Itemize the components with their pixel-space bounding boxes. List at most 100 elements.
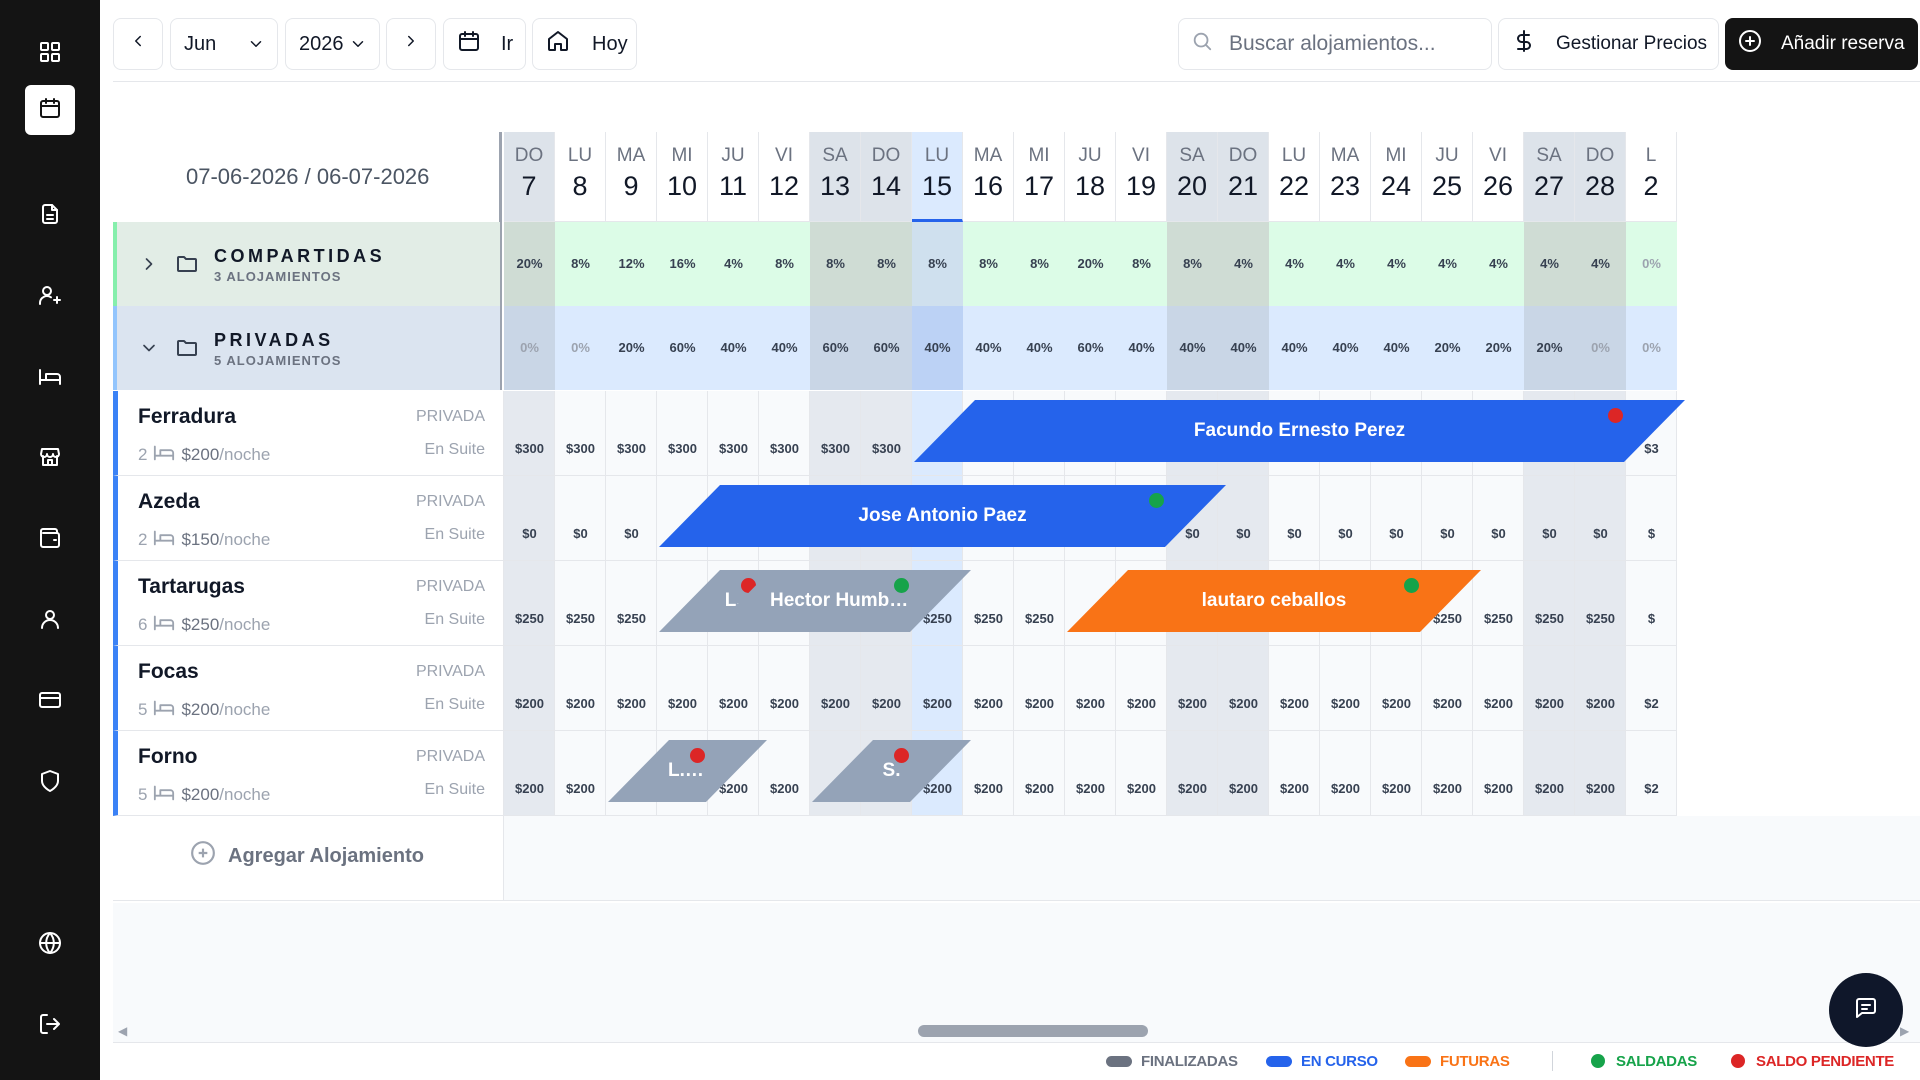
day-cell[interactable]: [1473, 731, 1524, 816]
day-cell[interactable]: [1014, 731, 1065, 816]
day-header[interactable]: VI 19: [1116, 132, 1167, 222]
chat-button[interactable]: [1829, 973, 1903, 1047]
unit-row-azeda[interactable]: Azeda PRIVADA 2 $150/noche En Suite: [113, 476, 504, 561]
day-cell[interactable]: [1473, 476, 1524, 561]
reservation-bar[interactable]: Jose Antonio Paez: [659, 485, 1226, 547]
day-cell[interactable]: [555, 731, 606, 816]
reservation-bar[interactable]: Facundo Ernesto Perez: [914, 400, 1685, 462]
reservation-bar[interactable]: lautaro ceballos: [1067, 570, 1481, 632]
sidebar-item-profile[interactable]: [25, 596, 75, 646]
sidebar-item-store[interactable]: [25, 434, 75, 484]
day-cell[interactable]: [504, 731, 555, 816]
day-cell[interactable]: [1320, 476, 1371, 561]
day-cell[interactable]: [963, 561, 1014, 646]
day-header[interactable]: VI 26: [1473, 132, 1524, 222]
day-cell[interactable]: [606, 391, 657, 476]
prev-month-button[interactable]: [113, 18, 163, 70]
sidebar-item-logout[interactable]: [25, 1001, 75, 1051]
day-header[interactable]: JU 18: [1065, 132, 1116, 222]
day-header[interactable]: JU 11: [708, 132, 759, 222]
manage-prices-button[interactable]: Gestionar Precios: [1498, 18, 1719, 70]
unit-row-tartarugas[interactable]: Tartarugas PRIVADA 6 $250/noche En Suite: [113, 561, 504, 646]
day-cell[interactable]: [1269, 731, 1320, 816]
day-cell[interactable]: [504, 561, 555, 646]
day-cell[interactable]: [861, 391, 912, 476]
sidebar-item-wallet[interactable]: [25, 515, 75, 565]
day-header[interactable]: LU 8: [555, 132, 606, 222]
horizontal-scrollbar-thumb[interactable]: [918, 1025, 1148, 1037]
go-to-date-button[interactable]: Ir: [443, 18, 526, 70]
day-cell[interactable]: [1065, 731, 1116, 816]
day-cell[interactable]: [1626, 476, 1677, 561]
day-cell[interactable]: [1218, 476, 1269, 561]
day-header[interactable]: MA 23: [1320, 132, 1371, 222]
month-select[interactable]: Jun: [170, 18, 278, 70]
day-cell[interactable]: [1065, 646, 1116, 731]
day-cell[interactable]: [606, 561, 657, 646]
sidebar-item-documents[interactable]: [25, 191, 75, 241]
day-header[interactable]: SA 20: [1167, 132, 1218, 222]
day-cell[interactable]: [1524, 646, 1575, 731]
sidebar-item-rooms[interactable]: [25, 353, 75, 403]
day-header[interactable]: DO 21: [1218, 132, 1269, 222]
today-button[interactable]: Hoy: [532, 18, 637, 70]
day-cell[interactable]: [1422, 476, 1473, 561]
day-cell[interactable]: [1524, 476, 1575, 561]
day-cell[interactable]: [1371, 646, 1422, 731]
day-cell[interactable]: [810, 646, 861, 731]
sidebar-item-payments[interactable]: [25, 677, 75, 727]
sidebar-item-add-guest[interactable]: [25, 272, 75, 322]
day-cell[interactable]: [1167, 731, 1218, 816]
day-header[interactable]: DO 28: [1575, 132, 1626, 222]
day-cell[interactable]: [1116, 731, 1167, 816]
day-header[interactable]: L2: [1626, 132, 1677, 222]
day-cell[interactable]: [1269, 646, 1320, 731]
day-cell[interactable]: [555, 476, 606, 561]
day-cell[interactable]: [759, 731, 810, 816]
day-cell[interactable]: [657, 391, 708, 476]
day-cell[interactable]: [1371, 731, 1422, 816]
day-cell[interactable]: [1014, 561, 1065, 646]
unit-row-focas[interactable]: Focas PRIVADA 5 $200/noche En Suite: [113, 646, 504, 731]
day-header[interactable]: DO 7: [504, 132, 555, 222]
day-cell[interactable]: [759, 391, 810, 476]
day-cell[interactable]: [810, 391, 861, 476]
day-header[interactable]: MI 10: [657, 132, 708, 222]
day-cell[interactable]: [504, 646, 555, 731]
day-cell[interactable]: [1626, 646, 1677, 731]
day-cell[interactable]: [1422, 646, 1473, 731]
day-cell[interactable]: [1014, 646, 1065, 731]
day-header[interactable]: MA 9: [606, 132, 657, 222]
add-unit-button[interactable]: Agregar Alojamiento: [190, 840, 424, 872]
day-cell[interactable]: [1524, 731, 1575, 816]
day-cell[interactable]: [1575, 731, 1626, 816]
day-header[interactable]: LU 15: [912, 132, 963, 222]
day-cell[interactable]: [504, 476, 555, 561]
sidebar-item-language[interactable]: [25, 920, 75, 970]
day-header[interactable]: MI 17: [1014, 132, 1065, 222]
scroll-left-icon[interactable]: ◀: [118, 1024, 127, 1038]
day-header[interactable]: DO 14: [861, 132, 912, 222]
group-row-privadas[interactable]: PRIVADAS 5 ALOJAMIENTOS: [113, 306, 500, 390]
scroll-right-icon[interactable]: ▶: [1900, 1024, 1909, 1038]
day-cell[interactable]: [1320, 731, 1371, 816]
day-cell[interactable]: [1320, 646, 1371, 731]
day-cell[interactable]: [1167, 646, 1218, 731]
day-cell[interactable]: [708, 646, 759, 731]
day-header[interactable]: SA 13: [810, 132, 861, 222]
day-cell[interactable]: [1575, 646, 1626, 731]
add-reservation-button[interactable]: Añadir reserva: [1725, 18, 1918, 70]
day-header[interactable]: MI 24: [1371, 132, 1422, 222]
year-select[interactable]: 2026: [285, 18, 380, 70]
unit-row-forno[interactable]: Forno PRIVADA 5 $200/noche En Suite: [113, 731, 504, 816]
day-cell[interactable]: [606, 646, 657, 731]
sidebar-item-calendar[interactable]: [25, 85, 75, 135]
day-cell[interactable]: [555, 391, 606, 476]
next-month-button[interactable]: [386, 18, 436, 70]
day-cell[interactable]: [1626, 561, 1677, 646]
sidebar-item-dashboard[interactable]: [25, 29, 75, 79]
day-cell[interactable]: [861, 646, 912, 731]
group-row-compartidas[interactable]: COMPARTIDAS 3 ALOJAMIENTOS: [113, 222, 500, 306]
day-header[interactable]: MA 16: [963, 132, 1014, 222]
day-cell[interactable]: [1218, 731, 1269, 816]
